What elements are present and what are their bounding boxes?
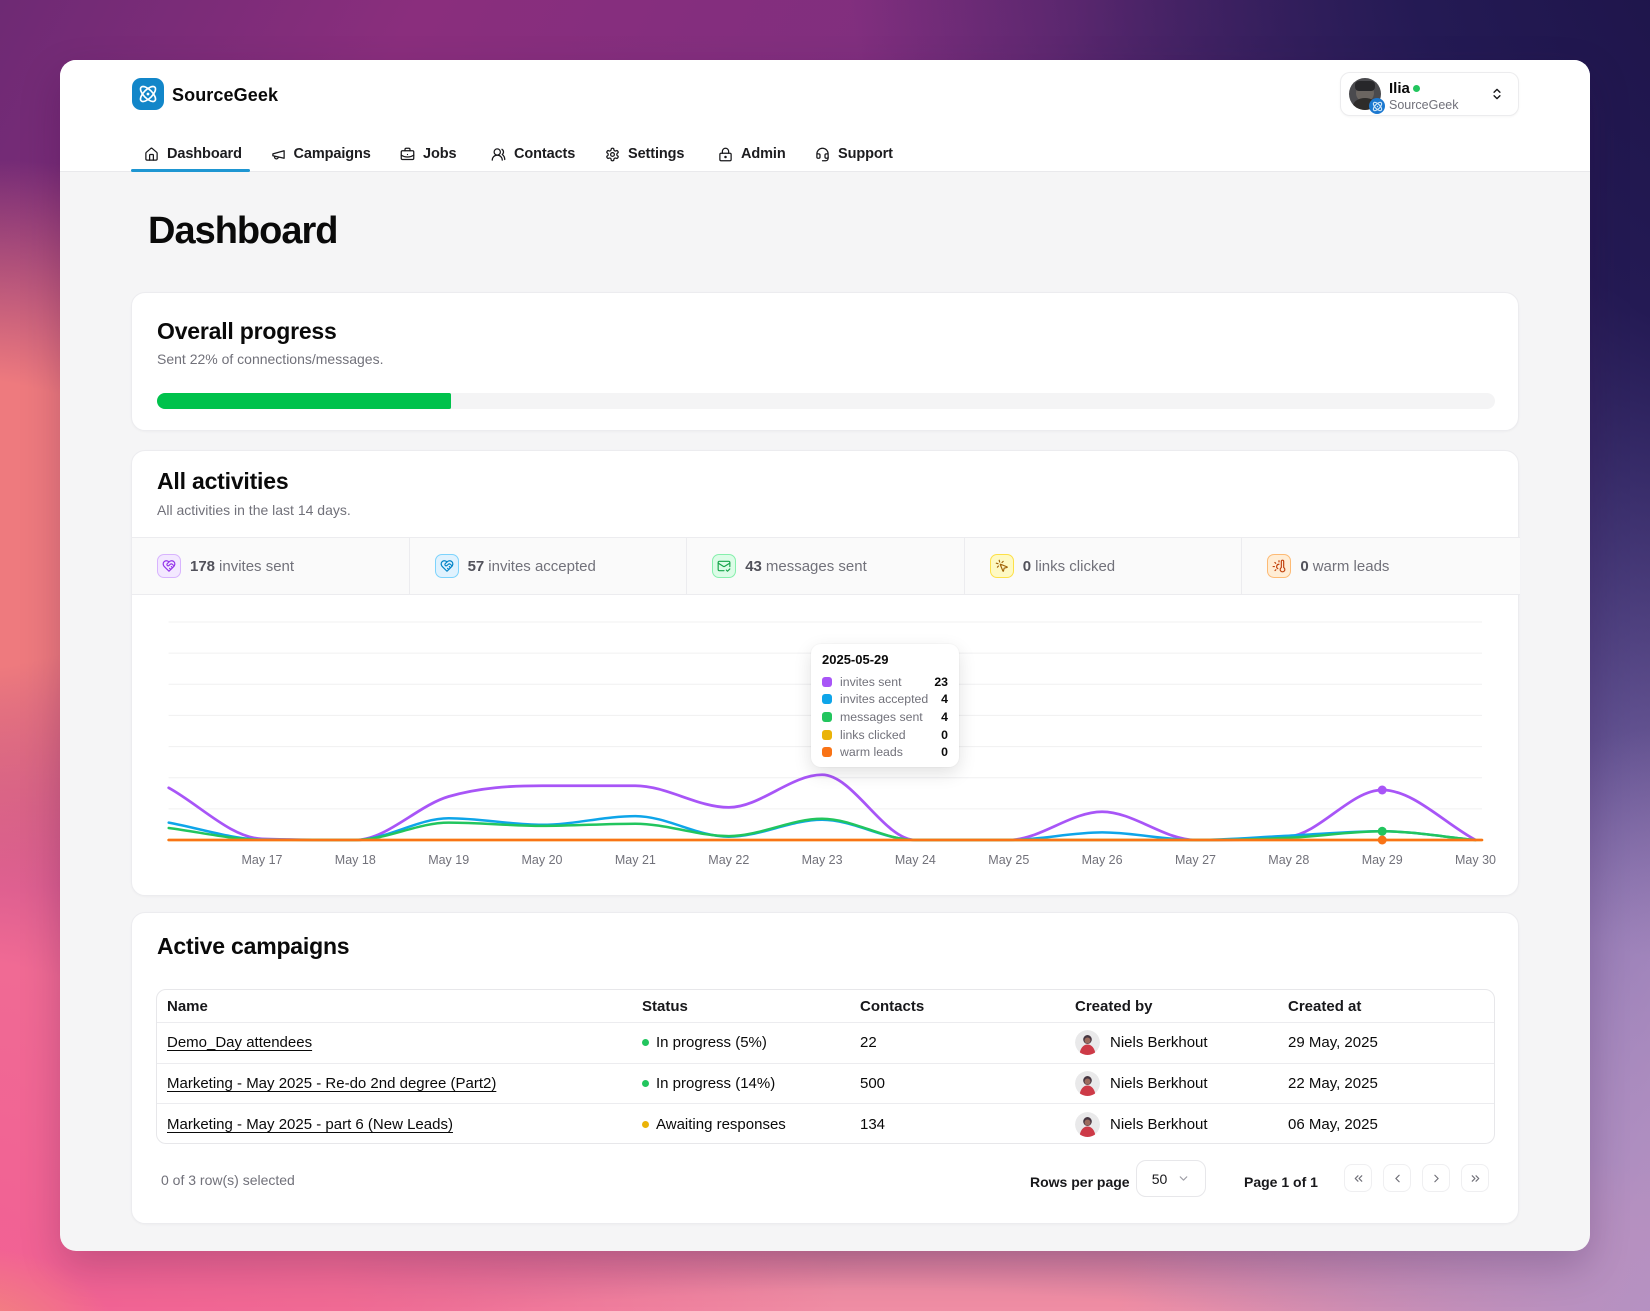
svg-text:May 21: May 21	[615, 853, 656, 867]
svg-text:May 25: May 25	[988, 853, 1029, 867]
svg-text:May 30: May 30	[1455, 853, 1496, 867]
svg-text:May 19: May 19	[428, 853, 469, 867]
svg-text:May 29: May 29	[1362, 853, 1403, 867]
svg-text:May 27: May 27	[1175, 853, 1216, 867]
svg-text:May 26: May 26	[1082, 853, 1123, 867]
svg-text:May 17: May 17	[242, 853, 283, 867]
svg-text:May 18: May 18	[335, 853, 376, 867]
svg-text:May 22: May 22	[708, 853, 749, 867]
svg-text:May 28: May 28	[1268, 853, 1309, 867]
svg-text:May 20: May 20	[522, 853, 563, 867]
svg-text:May 24: May 24	[895, 853, 936, 867]
svg-text:May 23: May 23	[802, 853, 843, 867]
